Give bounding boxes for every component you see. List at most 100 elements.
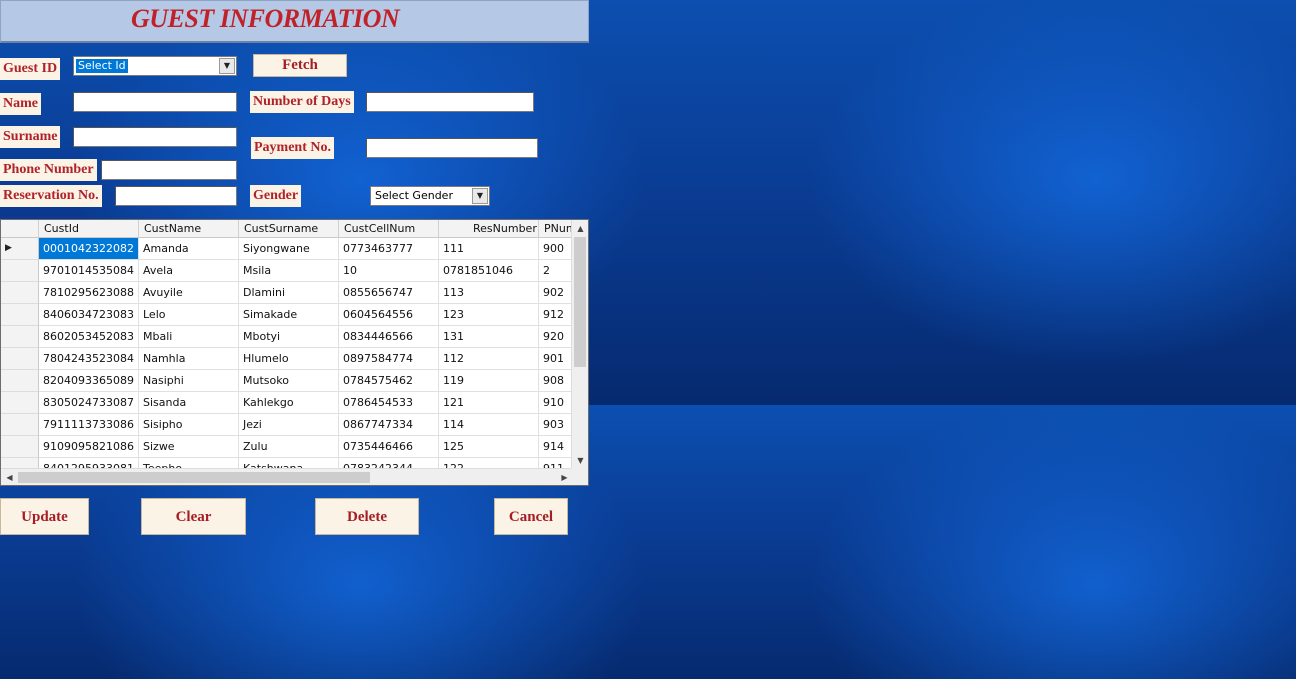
- table-cell[interactable]: 0897584774: [339, 348, 439, 370]
- table-row[interactable]: 9701014535084 Avela Msila 10 0781851046 2: [1, 260, 573, 282]
- table-cell[interactable]: Avela: [139, 260, 239, 282]
- delete-button[interactable]: Delete: [315, 498, 419, 535]
- name-label: Name: [0, 93, 41, 115]
- table-cell[interactable]: 125: [439, 436, 539, 458]
- number-of-days-input[interactable]: [366, 92, 534, 112]
- table-cell[interactable]: Namhla: [139, 348, 239, 370]
- table-cell[interactable]: 910: [539, 392, 573, 414]
- table-cell[interactable]: Mbali: [139, 326, 239, 348]
- column-header[interactable]: CustId: [39, 220, 139, 238]
- table-cell[interactable]: 8305024733087: [39, 392, 139, 414]
- horizontal-scrollbar[interactable]: ◀ ▶: [1, 468, 573, 485]
- scroll-down-icon[interactable]: ▼: [572, 452, 588, 469]
- table-cell[interactable]: 902: [539, 282, 573, 304]
- table-cell[interactable]: Mbotyi: [239, 326, 339, 348]
- table-cell[interactable]: Zulu: [239, 436, 339, 458]
- table-cell[interactable]: 7810295623088: [39, 282, 139, 304]
- column-header[interactable]: CustSurname: [239, 220, 339, 238]
- table-cell[interactable]: 0604564556: [339, 304, 439, 326]
- surname-input[interactable]: [73, 127, 237, 147]
- fetch-button[interactable]: Fetch: [253, 54, 347, 77]
- table-cell[interactable]: 10: [339, 260, 439, 282]
- table-cell[interactable]: 7804243523084: [39, 348, 139, 370]
- table-cell[interactable]: 7911113733086: [39, 414, 139, 436]
- scroll-up-icon[interactable]: ▲: [572, 220, 588, 237]
- name-input[interactable]: [73, 92, 237, 112]
- table-cell[interactable]: 0773463777: [339, 238, 439, 260]
- table-cell[interactable]: 119: [439, 370, 539, 392]
- table-cell[interactable]: 0855656747: [339, 282, 439, 304]
- scroll-left-icon[interactable]: ◀: [1, 469, 18, 485]
- table-cell[interactable]: 0834446566: [339, 326, 439, 348]
- table-cell[interactable]: 114: [439, 414, 539, 436]
- table-row[interactable]: 9109095821086 Sizwe Zulu 0735446466 125 914: [1, 436, 573, 458]
- cancel-button[interactable]: Cancel: [494, 498, 568, 535]
- table-cell[interactable]: 8204093365089: [39, 370, 139, 392]
- table-cell[interactable]: Msila: [239, 260, 339, 282]
- table-cell[interactable]: Jezi: [239, 414, 339, 436]
- table-cell[interactable]: 920: [539, 326, 573, 348]
- table-cell[interactable]: 903: [539, 414, 573, 436]
- phone-number-input[interactable]: [101, 160, 237, 180]
- column-header[interactable]: CustName: [139, 220, 239, 238]
- table-cell[interactable]: Avuyile: [139, 282, 239, 304]
- table-cell[interactable]: 914: [539, 436, 573, 458]
- table-row[interactable]: 8406034723083 Lelo Simakade 0604564556 123 91…: [1, 304, 573, 326]
- table-cell[interactable]: 9109095821086: [39, 436, 139, 458]
- table-cell[interactable]: Mutsoko: [239, 370, 339, 392]
- table-row[interactable]: 8204093365089 Nasiphi Mutsoko 0784575462 119…: [1, 370, 573, 392]
- table-cell[interactable]: Lelo: [139, 304, 239, 326]
- table-row[interactable]: 8305024733087 Sisanda Kahlekgo 0786454533 12…: [1, 392, 573, 414]
- table-cell[interactable]: 0001042322082: [39, 238, 139, 260]
- table-row[interactable]: 7810295623088 Avuyile Dlamini 0855656747 113…: [1, 282, 573, 304]
- table-cell[interactable]: Sizwe: [139, 436, 239, 458]
- table-cell[interactable]: 9701014535084: [39, 260, 139, 282]
- guest-id-select[interactable]: Select Id ▼: [73, 56, 237, 76]
- table-cell[interactable]: 0867747334: [339, 414, 439, 436]
- table-row[interactable]: 7911113733086 Sisipho Jezi 0867747334 114 903: [1, 414, 573, 436]
- table-cell[interactable]: 0784575462: [339, 370, 439, 392]
- table-cell[interactable]: 912: [539, 304, 573, 326]
- table-cell[interactable]: 901: [539, 348, 573, 370]
- update-button[interactable]: Update: [0, 498, 89, 535]
- table-cell[interactable]: Simakade: [239, 304, 339, 326]
- table-cell[interactable]: Nasiphi: [139, 370, 239, 392]
- table-cell[interactable]: Sisipho: [139, 414, 239, 436]
- chevron-down-icon[interactable]: ▼: [219, 58, 235, 74]
- column-header[interactable]: PNum: [539, 220, 573, 238]
- table-cell[interactable]: 0735446466: [339, 436, 439, 458]
- scrollbar-thumb[interactable]: [18, 472, 370, 483]
- table-cell[interactable]: 112: [439, 348, 539, 370]
- table-cell[interactable]: Siyongwane: [239, 238, 339, 260]
- scrollbar-thumb[interactable]: [574, 237, 586, 367]
- table-cell[interactable]: 121: [439, 392, 539, 414]
- table-row[interactable]: 0001042322082 Amanda Siyongwane 0773463777 1…: [1, 238, 573, 260]
- table-cell[interactable]: Amanda: [139, 238, 239, 260]
- table-cell[interactable]: 123: [439, 304, 539, 326]
- table-row[interactable]: 8602053452083 Mbali Mbotyi 0834446566 131 920: [1, 326, 573, 348]
- table-cell[interactable]: Dlamini: [239, 282, 339, 304]
- table-cell[interactable]: 0781851046: [439, 260, 539, 282]
- table-cell[interactable]: 113: [439, 282, 539, 304]
- table-row[interactable]: 7804243523084 Namhla Hlumelo 0897584774 112 9…: [1, 348, 573, 370]
- payment-number-input[interactable]: [366, 138, 538, 158]
- column-header[interactable]: CustCellNum: [339, 220, 439, 238]
- reservation-number-input[interactable]: [115, 186, 237, 206]
- table-cell[interactable]: 8602053452083: [39, 326, 139, 348]
- table-cell[interactable]: 900: [539, 238, 573, 260]
- table-cell[interactable]: 8406034723083: [39, 304, 139, 326]
- clear-button[interactable]: Clear: [141, 498, 246, 535]
- vertical-scrollbar[interactable]: ▲ ▼: [571, 220, 588, 469]
- table-cell[interactable]: 131: [439, 326, 539, 348]
- guest-data-grid[interactable]: CustId CustName CustSurname CustCellNum …: [0, 219, 589, 486]
- table-cell[interactable]: Hlumelo: [239, 348, 339, 370]
- chevron-down-icon[interactable]: ▼: [472, 188, 488, 204]
- table-cell[interactable]: 0786454533: [339, 392, 439, 414]
- table-cell[interactable]: 908: [539, 370, 573, 392]
- table-cell[interactable]: Sisanda: [139, 392, 239, 414]
- table-cell[interactable]: 2: [539, 260, 573, 282]
- gender-select[interactable]: Select Gender ▼: [370, 186, 490, 206]
- column-header[interactable]: ResNumber: [439, 220, 539, 238]
- table-cell[interactable]: 111: [439, 238, 539, 260]
- table-cell[interactable]: Kahlekgo: [239, 392, 339, 414]
